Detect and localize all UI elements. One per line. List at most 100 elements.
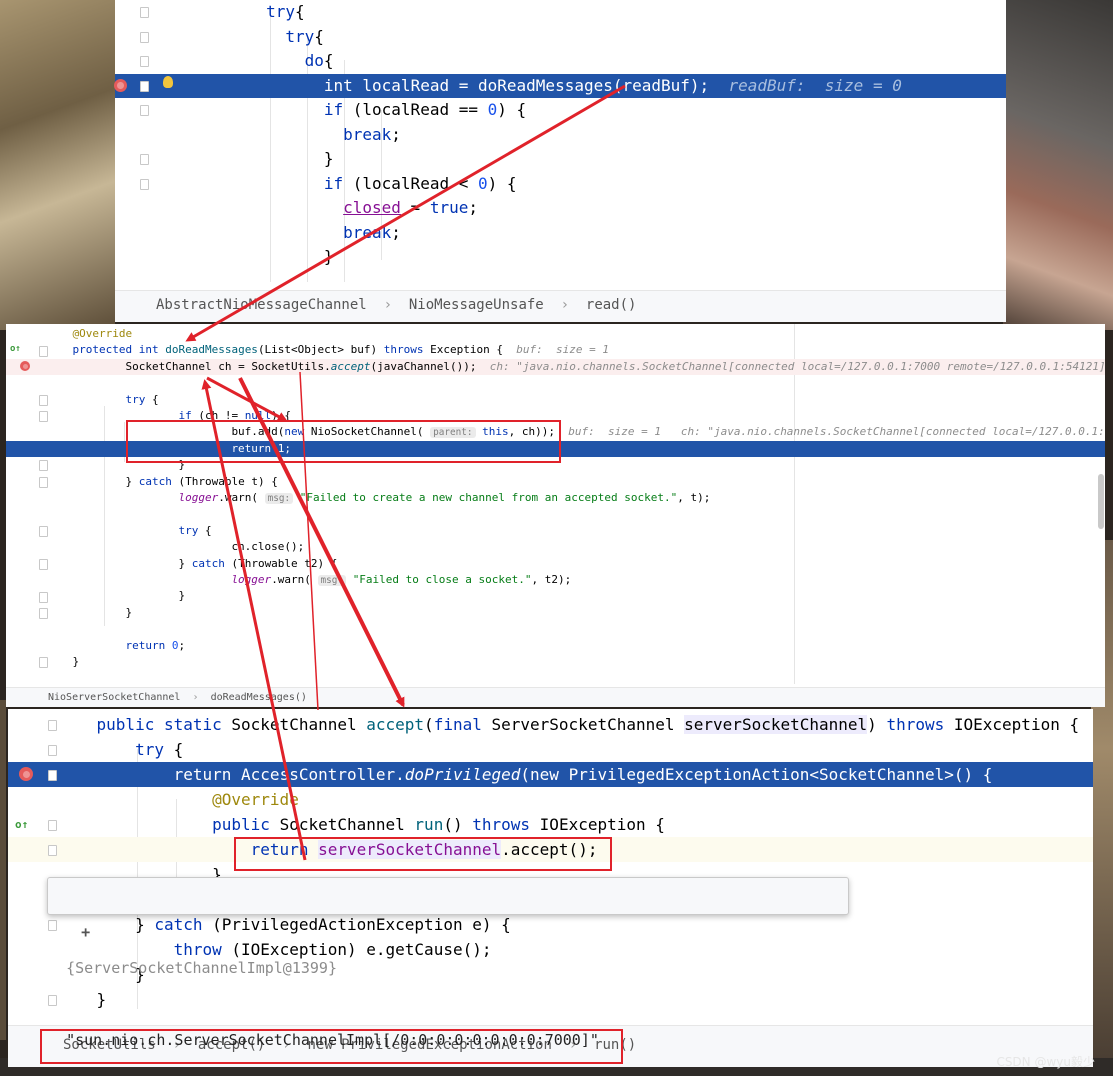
code-line[interactable]: try { <box>6 523 1105 539</box>
override-icon[interactable]: o↑ <box>15 818 28 831</box>
code-token: break <box>343 124 392 144</box>
code-line[interactable]: } <box>6 588 1105 604</box>
code-token: try <box>125 392 146 406</box>
fold-icon[interactable] <box>140 105 149 117</box>
fold-icon[interactable] <box>140 178 149 190</box>
code-token: Exception { <box>423 343 517 357</box>
code-line[interactable]: @Override <box>6 326 1105 342</box>
breakpoint-icon[interactable] <box>20 361 30 371</box>
code-token: ; <box>391 222 401 242</box>
fold-icon[interactable] <box>39 608 48 619</box>
fold-icon[interactable] <box>140 7 149 19</box>
code-line[interactable] <box>6 506 1105 522</box>
breadcrumb-item[interactable]: NioServerSocketChannel <box>48 692 180 703</box>
code-line[interactable]: protected int doReadMessages(List<Object… <box>6 342 1105 358</box>
code-line[interactable]: logger.warn( msg: "Failed to create a ne… <box>6 490 1105 506</box>
breadcrumb-item[interactable]: NioMessageUnsafe <box>409 297 544 313</box>
code-token: throws <box>383 343 424 357</box>
fold-icon[interactable] <box>48 819 57 831</box>
breadcrumb-item[interactable]: AbstractNioMessageChannel <box>156 297 367 313</box>
code-token: ch.close(); <box>231 540 305 554</box>
scrollbar[interactable] <box>1098 474 1104 529</box>
breadcrumb-item[interactable]: read() <box>586 297 637 313</box>
code-line[interactable]: break; <box>115 123 1006 148</box>
annotation-box-buf-add <box>126 420 561 463</box>
fold-icon[interactable] <box>48 744 57 756</box>
fold-icon[interactable] <box>140 31 149 43</box>
code-line[interactable]: } catch (Throwable t) { <box>6 474 1105 490</box>
debug-value-tooltip[interactable]: + {ServerSocketChannelImpl@1399} "sun.ni… <box>47 877 849 1049</box>
code-line[interactable]: try{ <box>115 25 1006 50</box>
code-token: (localRead == <box>343 100 488 119</box>
fold-icon[interactable] <box>39 657 48 669</box>
lightbulb-icon[interactable] <box>163 76 173 88</box>
code-line[interactable]: } <box>6 654 1105 670</box>
code-token: public static <box>96 715 232 734</box>
object-reference: {ServerSocketChannelImpl@1399} <box>66 959 337 977</box>
code-line[interactable]: logger.warn( msg: "Failed to close a soc… <box>6 572 1105 588</box>
code-line[interactable]: ch.close(); <box>6 539 1105 555</box>
code-token: { <box>294 2 305 21</box>
code-line[interactable]: if (localRead == 0) { <box>115 98 1006 123</box>
code-token: "Failed to create a new channel from an … <box>299 491 678 504</box>
code-token: if <box>323 100 344 119</box>
breakpoint-icon[interactable] <box>19 767 33 781</box>
code-line[interactable] <box>6 375 1105 391</box>
code-line[interactable]: break; <box>115 221 1006 246</box>
breakpoint-icon[interactable] <box>114 79 127 92</box>
code-line[interactable]: public static SocketChannel accept(final… <box>8 712 1093 737</box>
fold-icon[interactable] <box>48 844 57 856</box>
code-token: (readBuf); <box>612 75 729 95</box>
fold-icon[interactable] <box>39 411 48 423</box>
code-token: } <box>96 990 107 1009</box>
code-line[interactable]: SocketChannel ch = SocketUtils.accept(ja… <box>6 358 1105 376</box>
fold-icon[interactable] <box>140 56 149 68</box>
code-line[interactable]: closed = true; <box>115 196 1006 221</box>
code-line[interactable] <box>6 621 1105 637</box>
code-token: (List<Object> buf) <box>257 343 384 357</box>
code-line[interactable]: } catch (PrivilegedActionException e) { <box>8 912 1093 937</box>
fold-icon[interactable] <box>140 80 149 92</box>
fold-icon[interactable] <box>39 526 48 537</box>
code-line[interactable]: } <box>115 245 1006 270</box>
fold-icon[interactable] <box>140 154 149 166</box>
code-line[interactable]: } <box>8 987 1093 1012</box>
fold-icon[interactable] <box>39 460 48 472</box>
background-left-lower <box>0 700 6 1040</box>
code-token: { <box>198 523 212 537</box>
code-token: doReadMessages <box>478 75 613 95</box>
fold-icon[interactable] <box>39 591 48 603</box>
annotation-box-accept <box>234 837 612 871</box>
fold-icon[interactable] <box>39 476 48 488</box>
code-line[interactable]: try{ <box>115 0 1006 25</box>
code-line[interactable]: } <box>115 147 1006 172</box>
code-line[interactable]: return AccessController.doPrivileged(new… <box>8 762 1093 787</box>
fold-icon[interactable] <box>39 345 48 357</box>
code-token: @Override <box>72 327 133 340</box>
fold-icon[interactable] <box>48 769 57 781</box>
code-token: logger <box>178 491 219 504</box>
code-line[interactable]: } catch (Throwable t2) { <box>6 556 1105 572</box>
override-icon[interactable]: o↑ <box>10 344 21 354</box>
code-line[interactable]: } <box>6 605 1105 621</box>
annotation-box-breadcrumb <box>40 1029 623 1064</box>
code-token: doPrivileged <box>404 765 521 784</box>
code-token: (javaChannel()); <box>370 359 490 373</box>
code-line[interactable]: public SocketChannel run() throws IOExce… <box>8 812 1093 837</box>
code-token: { <box>163 740 184 759</box>
code-line[interactable]: do{ <box>115 49 1006 74</box>
expand-icon[interactable]: + <box>81 923 90 941</box>
code-line[interactable]: if (localRead < 0) { <box>115 172 1006 197</box>
code-line[interactable]: @Override <box>8 787 1093 812</box>
fold-icon[interactable] <box>39 558 48 570</box>
fold-icon[interactable] <box>39 394 48 406</box>
fold-icon[interactable] <box>48 719 57 731</box>
code-token: IOException { <box>539 815 665 834</box>
code-line[interactable]: return 0; <box>6 638 1105 654</box>
code-token: } <box>323 247 334 266</box>
code-line[interactable]: int localRead = doReadMessages(readBuf);… <box>115 73 1006 98</box>
breadcrumb-item[interactable]: doReadMessages() <box>211 692 307 703</box>
code-line[interactable]: try { <box>8 737 1093 762</box>
code-line[interactable]: try { <box>6 392 1105 408</box>
